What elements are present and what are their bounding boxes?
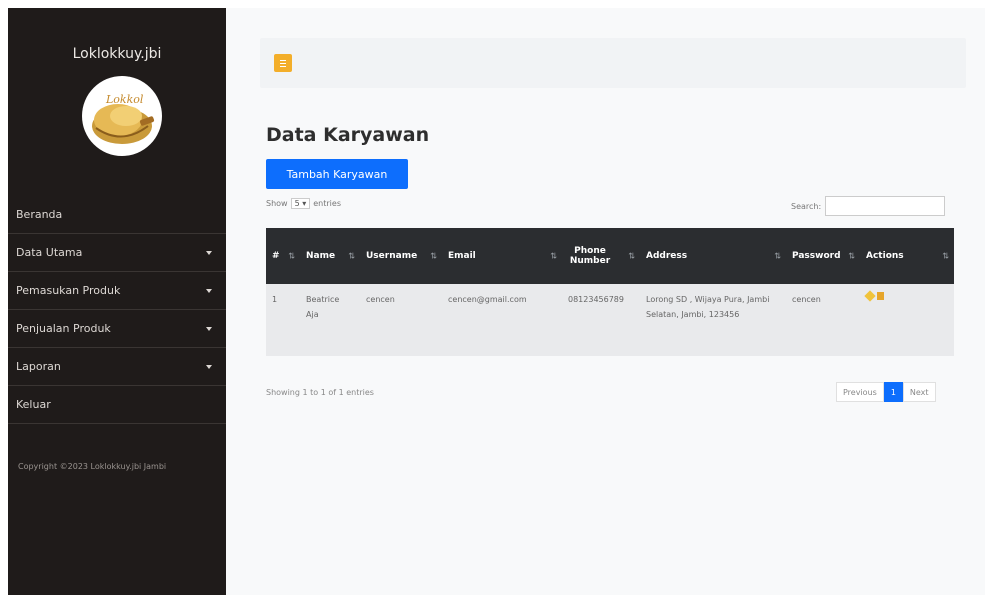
show-label: Show (266, 199, 288, 208)
page-title: Data Karyawan (266, 124, 430, 146)
trash-icon[interactable] (877, 292, 884, 300)
chevron-down-icon (206, 326, 212, 331)
svg-text:Lokkol: Lokkol (105, 93, 144, 106)
sidebar-item-label: Pemasukan Produk (16, 284, 121, 297)
sidebar-item-label: Laporan (16, 360, 61, 373)
sidebar-nav: Beranda Data Utama Pemasukan Produk Penj… (8, 196, 226, 424)
sidebar-item-label: Penjualan Produk (16, 322, 111, 335)
sidebar-item-label: Data Utama (16, 246, 83, 259)
chevron-down-icon (206, 250, 212, 255)
employee-table: # ⇅ Name ⇅ Username ⇅ Email ⇅ Phone Number ⇅ … (266, 228, 954, 356)
action-icons (864, 290, 948, 302)
entries-length-control: Show 5 ▾ entries (266, 198, 341, 209)
sort-icon: ⇅ (430, 251, 437, 261)
column-header-label: # (272, 251, 280, 261)
entries-select-value: 5 (294, 199, 300, 208)
search-input[interactable] (825, 196, 946, 216)
pagination-next-button[interactable]: Next (902, 382, 936, 402)
cell-username: cencen (366, 295, 395, 304)
entries-label: entries (313, 199, 341, 208)
top-navbar (260, 38, 966, 88)
sidebar-item-keluar[interactable]: Keluar (8, 386, 226, 424)
pagination-page-1[interactable]: 1 (883, 382, 903, 402)
sort-icon: ⇅ (348, 251, 355, 261)
app-frame: Loklokkuy.jbi Lokkol Beranda Data Utama (0, 0, 985, 595)
menu-icon (280, 60, 286, 61)
entries-select[interactable]: 5 ▾ (290, 198, 311, 209)
edit-icon[interactable] (864, 290, 876, 302)
table-info: Showing 1 to 1 of 1 entries (266, 388, 374, 397)
column-header-phone-number[interactable]: Phone Number ⇅ (562, 228, 640, 284)
sidebar-item-pemasukan-produk[interactable]: Pemasukan Produk (8, 272, 226, 310)
menu-icon-line (280, 63, 286, 64)
logo-lettering: Lokkol (105, 93, 144, 106)
column-header-address[interactable]: Address ⇅ (640, 228, 786, 284)
column-header-number[interactable]: # ⇅ (266, 228, 300, 284)
pagination-previous-button[interactable]: Previous (836, 382, 884, 402)
column-header-label: Phone Number (569, 246, 611, 266)
cell-phone-number: 08123456789 (568, 295, 624, 304)
sidebar-toggle-button[interactable] (274, 54, 292, 72)
column-header-label: Name (306, 251, 336, 261)
main-content: Data Karyawan Tambah Karyawan Show 5 ▾ e… (226, 8, 985, 595)
sort-icon: ⇅ (848, 251, 855, 261)
copyright-text: Copyright ©2023 Loklokkuy.jbi Jambi (18, 462, 167, 471)
pagination: Previous 1 Next (836, 382, 936, 402)
sidebar: Loklokkuy.jbi Lokkol Beranda Data Utama (8, 8, 226, 595)
cell-address: Lorong SD , Wijaya Pura, Jambi Selatan, … (646, 295, 770, 319)
menu-icon-line (280, 66, 286, 67)
column-header-password[interactable]: Password ⇅ (786, 228, 860, 284)
cell-password: cencen (792, 295, 821, 304)
search-label: Search: (791, 201, 822, 211)
sidebar-item-label: Beranda (16, 208, 63, 221)
logo-image: Lokkol (82, 76, 162, 156)
add-employee-button[interactable]: Tambah Karyawan (266, 159, 408, 189)
cell-actions (860, 284, 954, 356)
employee-table-wrapper: # ⇅ Name ⇅ Username ⇅ Email ⇅ Phone Number ⇅ … (266, 228, 954, 356)
column-header-label: Username (366, 251, 418, 261)
column-header-username[interactable]: Username ⇅ (360, 228, 442, 284)
column-header-label: Password (792, 251, 841, 261)
column-header-actions[interactable]: Actions ⇅ (860, 228, 954, 284)
column-header-label: Address (646, 251, 688, 261)
sort-icon: ⇅ (550, 251, 557, 261)
sidebar-item-laporan[interactable]: Laporan (8, 348, 226, 386)
chevron-down-icon (206, 364, 212, 369)
sort-icon: ⇅ (288, 251, 295, 261)
chevron-down-icon (206, 288, 212, 293)
table-header-row: # ⇅ Name ⇅ Username ⇅ Email ⇅ Phone Number ⇅ … (266, 228, 954, 284)
column-header-email[interactable]: Email ⇅ (442, 228, 562, 284)
sidebar-item-data-utama[interactable]: Data Utama (8, 234, 226, 272)
sort-icon: ⇅ (942, 251, 949, 261)
sidebar-item-beranda[interactable]: Beranda (8, 196, 226, 234)
column-header-label: Email (448, 251, 476, 261)
cell-number: 1 (272, 295, 278, 304)
sort-icon: ⇅ (774, 251, 781, 261)
sidebar-item-label: Keluar (16, 398, 51, 411)
cell-name: Beatrice Aja (306, 295, 340, 319)
cell-email: cencen@gmail.com (448, 295, 527, 304)
table-row: 1 Beatrice Aja cencen cencen@gmail.com 0… (266, 284, 954, 356)
brand-name: Loklokkuy.jbi (72, 46, 162, 62)
column-header-name[interactable]: Name ⇅ (300, 228, 360, 284)
sidebar-item-penjualan-produk[interactable]: Penjualan Produk (8, 310, 226, 348)
sort-icon: ⇅ (628, 251, 635, 261)
column-header-label: Actions (866, 251, 904, 261)
search-control: Search: (791, 196, 946, 216)
